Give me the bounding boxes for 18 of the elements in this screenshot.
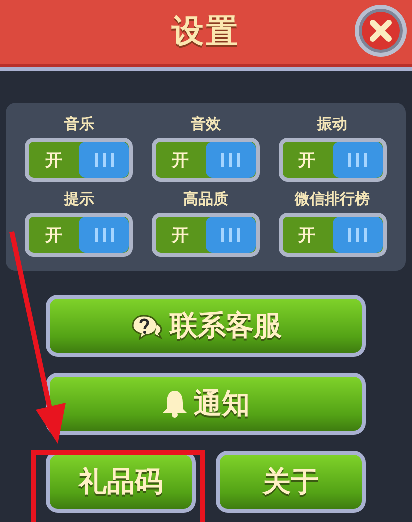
menu-button[interactable]: 关于: [216, 451, 366, 513]
toggle-switch[interactable]: 开: [25, 213, 134, 257]
close-icon[interactable]: [354, 4, 408, 58]
setting-label: 音效: [190, 115, 221, 133]
toggle-switch[interactable]: 开: [278, 138, 387, 182]
setting-label: 振动: [318, 115, 348, 133]
setting-label: 微信排行榜: [295, 190, 370, 208]
toggle-switch[interactable]: 开: [278, 213, 387, 257]
bell-icon: [162, 389, 188, 419]
menu-button[interactable]: 联系客服: [46, 295, 366, 357]
toggle-switch[interactable]: 开: [152, 138, 260, 182]
setting-label: 高品质: [183, 190, 228, 208]
window-title: 设置: [172, 11, 240, 52]
setting-label: 音乐: [64, 115, 94, 133]
toggle-switch[interactable]: 开: [152, 213, 260, 257]
toggle-switch[interactable]: 开: [25, 138, 134, 182]
setting-label: 提示: [64, 190, 94, 208]
menu-button[interactable]: 通知: [46, 373, 366, 435]
